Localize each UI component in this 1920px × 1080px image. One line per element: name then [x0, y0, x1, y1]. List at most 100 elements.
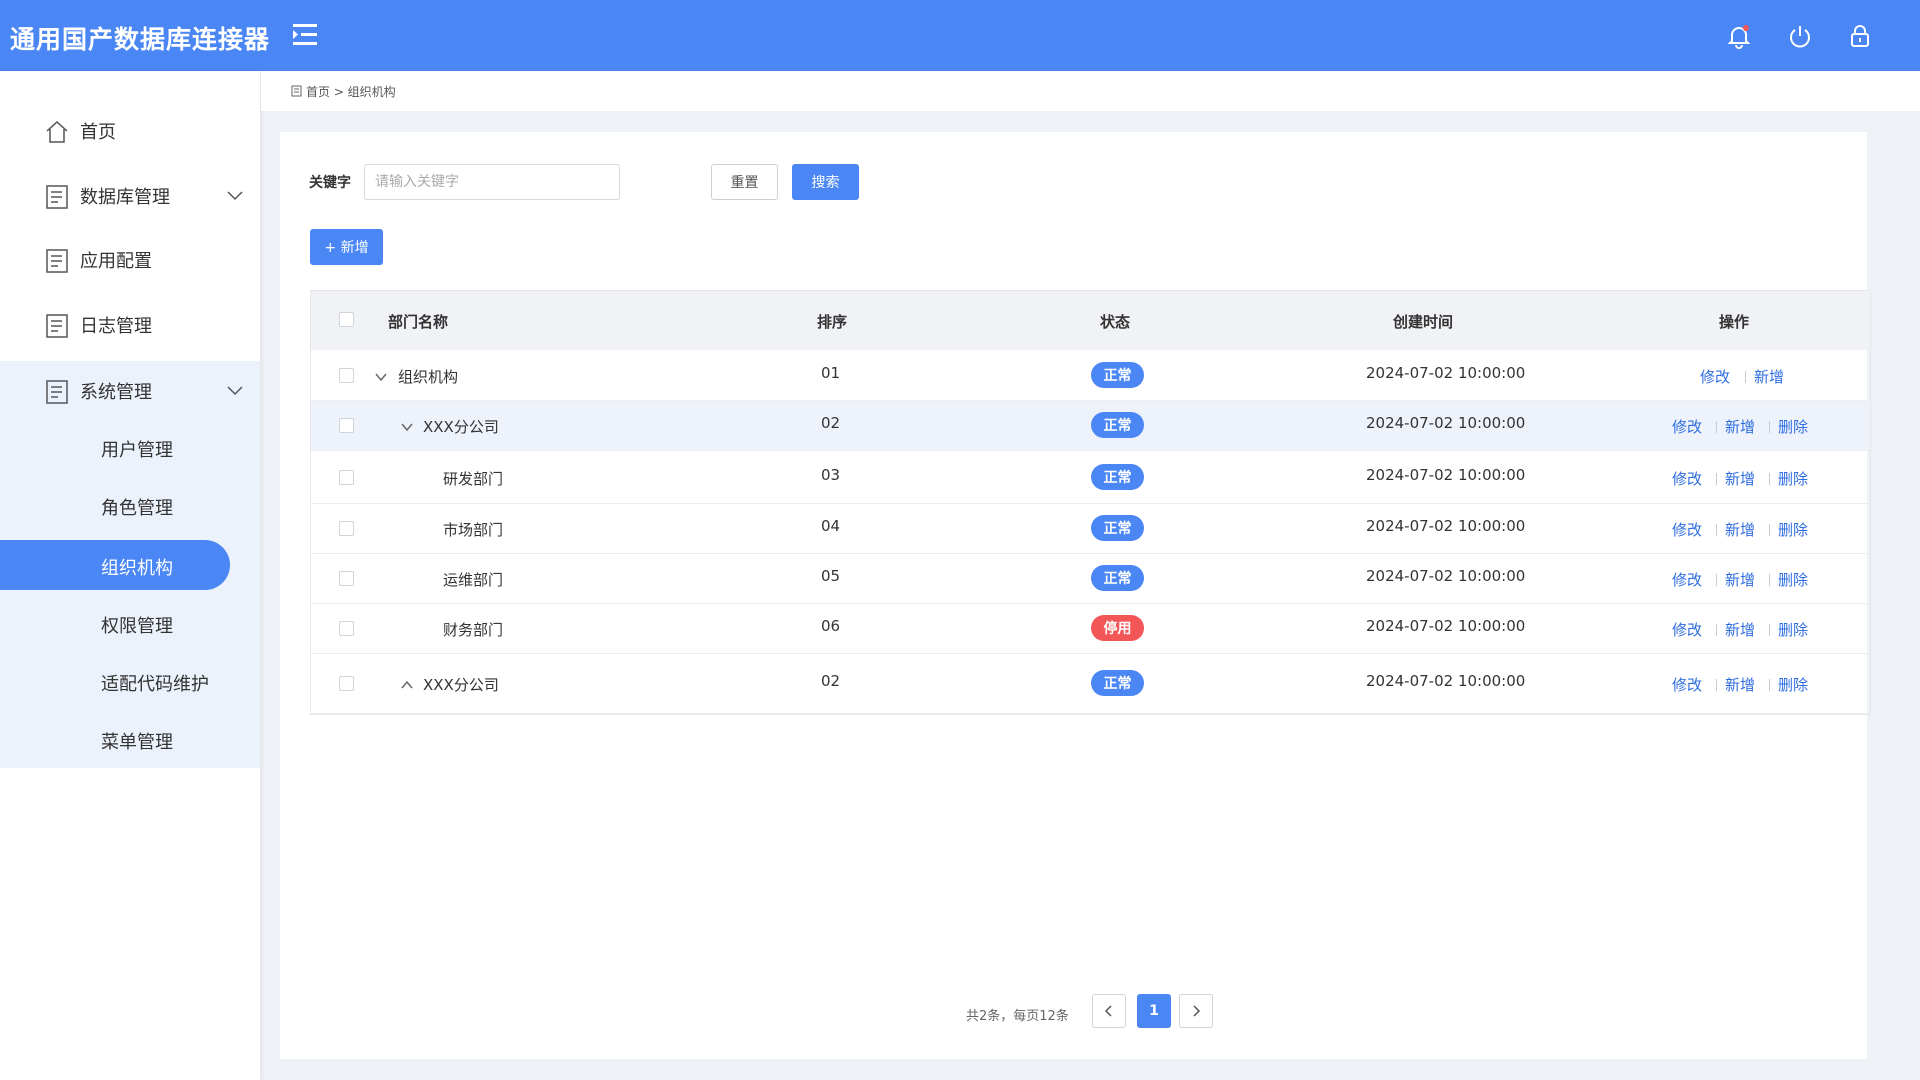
sidebar-item-system[interactable]: 系统管理 — [0, 361, 260, 421]
next-page-button[interactable] — [1179, 994, 1213, 1028]
delete-link[interactable]: 删除 — [1778, 468, 1808, 489]
sidebar-subitem-roles[interactable]: 角色管理 — [0, 480, 230, 530]
search-button[interactable]: 搜索 — [792, 164, 859, 200]
cell-dept-name: 财务部门 — [443, 621, 504, 639]
power-icon[interactable] — [1786, 22, 1814, 50]
row-checkbox[interactable] — [339, 621, 354, 636]
sidebar-item-database[interactable]: 数据库管理 — [0, 166, 260, 226]
sidebar-item-app-config[interactable]: 应用配置 — [0, 230, 260, 290]
delete-link[interactable]: 删除 — [1778, 619, 1808, 640]
delete-link[interactable]: 删除 — [1778, 416, 1808, 437]
sidebar-subitem-users[interactable]: 用户管理 — [0, 422, 230, 472]
table-row: 运维部门 05 正常 2024-07-02 10:00:00 修改 新增 删除 — [311, 554, 1870, 604]
sidebar-item-label: 应用配置 — [80, 251, 152, 272]
table-row: 研发部门 03 正常 2024-07-02 10:00:00 修改 新增 删除 — [311, 451, 1870, 504]
cell-sort: 03 — [821, 465, 841, 484]
status-badge: 停用 — [1091, 615, 1144, 641]
cell-dept-name: 运维部门 — [443, 571, 504, 589]
add-child-link[interactable]: 新增 — [1725, 674, 1755, 695]
row-checkbox[interactable] — [339, 676, 354, 691]
cell-created-time: 2024-07-02 10:00:00 — [1366, 517, 1526, 535]
edit-link[interactable]: 修改 — [1672, 619, 1702, 640]
table-header: 部门名称 排序 状态 创建时间 操作 — [311, 291, 1870, 350]
document-icon — [46, 314, 68, 338]
sidebar-subitem-label: 组织机构 — [101, 558, 173, 579]
bell-icon[interactable] — [1725, 22, 1753, 50]
add-child-link[interactable]: 新增 — [1725, 519, 1755, 540]
action-divider — [1769, 421, 1770, 433]
pagination-summary: 共2条，每页12条 — [966, 1009, 1069, 1024]
sidebar-subitem-label: 适配代码维护 — [101, 674, 209, 695]
action-divider — [1716, 421, 1717, 433]
chevron-up-icon[interactable] — [400, 680, 414, 690]
delete-link[interactable]: 删除 — [1778, 519, 1808, 540]
status-badge: 正常 — [1091, 412, 1144, 438]
add-child-link[interactable]: 新增 — [1725, 416, 1755, 437]
cell-sort: 02 — [821, 414, 841, 432]
sidebar-subitem-permissions[interactable]: 权限管理 — [0, 598, 230, 648]
cell-dept-name: XXX分公司 — [423, 676, 499, 694]
add-button[interactable]: + 新增 — [310, 229, 383, 265]
cell-created-time: 2024-07-02 10:00:00 — [1366, 617, 1526, 635]
page-1-button[interactable]: 1 — [1137, 994, 1171, 1028]
row-checkbox[interactable] — [339, 521, 354, 536]
cell-created-time: 2024-07-02 10:00:00 — [1366, 364, 1526, 382]
edit-link[interactable]: 修改 — [1672, 569, 1702, 590]
table-row: 财务部门 06 停用 2024-07-02 10:00:00 修改 新增 删除 — [311, 604, 1870, 654]
keyword-input[interactable] — [364, 164, 620, 200]
delete-link[interactable]: 删除 — [1778, 569, 1808, 590]
cell-created-time: 2024-07-02 10:00:00 — [1366, 672, 1526, 690]
sidebar-subitem-adapter-code[interactable]: 适配代码维护 — [0, 656, 230, 706]
home-icon — [46, 120, 68, 143]
sidebar-item-logs[interactable]: 日志管理 — [0, 295, 260, 355]
action-divider — [1769, 624, 1770, 636]
document-icon — [46, 249, 68, 273]
sidebar-item-label: 日志管理 — [80, 316, 152, 337]
menu-toggle-icon[interactable] — [290, 20, 320, 50]
row-checkbox[interactable] — [339, 418, 354, 433]
action-divider — [1769, 472, 1770, 485]
action-divider — [1769, 679, 1770, 691]
col-header-status: 状态 — [1100, 313, 1131, 331]
edit-link[interactable]: 修改 — [1672, 674, 1702, 695]
chevron-down-icon — [227, 191, 243, 201]
edit-link[interactable]: 修改 — [1672, 468, 1702, 489]
lock-icon[interactable] — [1846, 22, 1874, 50]
keyword-label: 关键字 — [309, 175, 351, 191]
cell-sort: 05 — [821, 567, 841, 585]
sidebar-subitem-menus[interactable]: 菜单管理 — [0, 714, 230, 764]
action-divider — [1716, 574, 1717, 586]
action-divider — [1716, 679, 1717, 691]
cell-sort: 04 — [821, 517, 841, 535]
row-checkbox[interactable] — [339, 469, 354, 485]
sidebar-item-home[interactable]: 首页 — [0, 101, 260, 161]
status-badge: 正常 — [1091, 670, 1144, 696]
sidebar-subitem-organization[interactable]: 组织机构 — [0, 540, 230, 590]
add-child-link[interactable]: 新增 — [1725, 468, 1755, 489]
sidebar-item-label: 首页 — [80, 122, 116, 143]
chevron-down-icon[interactable] — [374, 372, 388, 382]
reset-button[interactable]: 重置 — [711, 164, 778, 200]
select-all-checkbox[interactable] — [339, 312, 354, 327]
prev-page-button[interactable] — [1092, 994, 1126, 1028]
edit-link[interactable]: 修改 — [1672, 519, 1702, 540]
add-child-link[interactable]: 新增 — [1725, 619, 1755, 640]
cell-dept-name: 研发部门 — [443, 469, 504, 488]
chevron-right-icon — [1193, 1005, 1201, 1017]
delete-link[interactable]: 删除 — [1778, 674, 1808, 695]
row-checkbox[interactable] — [339, 368, 354, 383]
edit-link[interactable]: 修改 — [1700, 366, 1730, 387]
breadcrumb-text[interactable]: 首页 > 组织机构 — [306, 83, 396, 100]
document-icon — [46, 380, 68, 404]
sidebar-subitem-label: 角色管理 — [101, 498, 173, 519]
cell-sort: 01 — [821, 364, 841, 382]
add-child-link[interactable]: 新增 — [1754, 366, 1784, 387]
cell-created-time: 2024-07-02 10:00:00 — [1366, 465, 1526, 484]
col-header-actions: 操作 — [1719, 313, 1750, 331]
table-row: XXX分公司 02 正常 2024-07-02 10:00:00 修改 新增 删除 — [311, 654, 1870, 714]
chevron-down-icon[interactable] — [400, 422, 414, 432]
add-child-link[interactable]: 新增 — [1725, 569, 1755, 590]
edit-link[interactable]: 修改 — [1672, 416, 1702, 437]
action-divider — [1745, 371, 1746, 383]
row-checkbox[interactable] — [339, 571, 354, 586]
